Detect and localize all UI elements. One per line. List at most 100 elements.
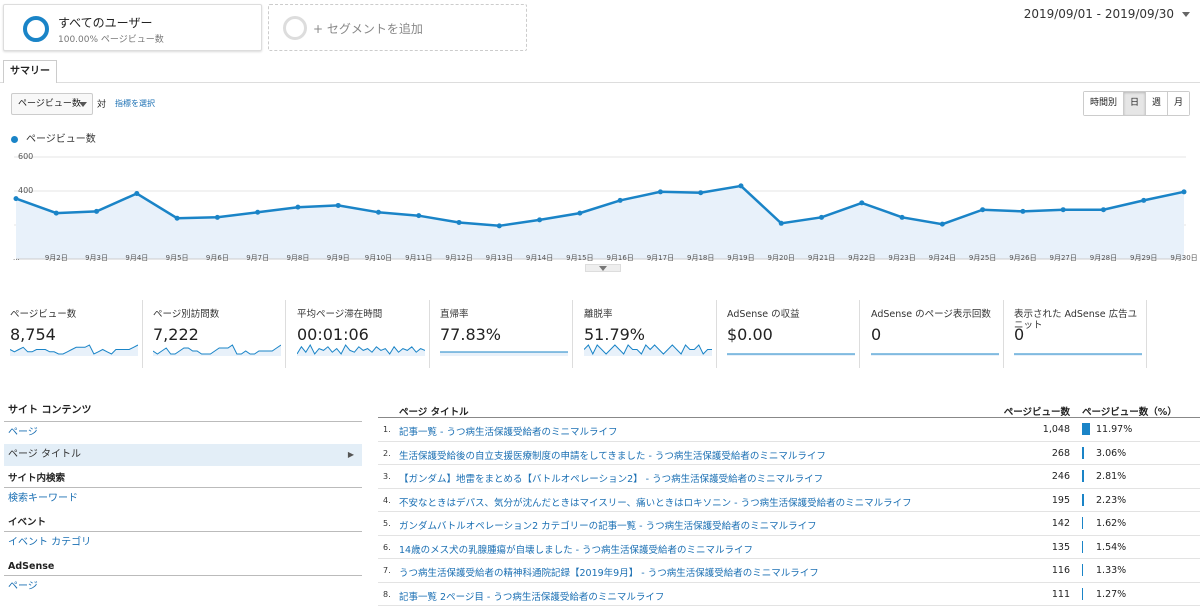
sparkline-area <box>440 352 568 356</box>
data-point[interactable] <box>537 217 542 222</box>
scorecard-sparkline <box>297 344 425 356</box>
row-index: 3. <box>383 472 391 481</box>
granularity-hourly-button[interactable]: 時間別 <box>1084 92 1124 115</box>
row-share-bar <box>1082 588 1083 600</box>
y-tick-label: 400 <box>18 186 33 195</box>
row-share-bar <box>1082 541 1083 553</box>
row-pageviews-pct: 2.81% <box>1096 471 1126 482</box>
data-point[interactable] <box>940 222 945 227</box>
x-tick-label: 9月15日 <box>566 254 593 262</box>
data-point[interactable] <box>1101 207 1106 212</box>
row-page-title-link[interactable]: 【ガンダム】地雷をまとめる【バトルオペレーション2】 - うつ病生活保護受給者の… <box>399 471 823 485</box>
nav-heading-site-search: サイト内検索 <box>4 468 362 488</box>
scorecard-value: 0 <box>871 325 881 344</box>
granularity-day-button[interactable]: 日 <box>1124 92 1146 115</box>
data-point[interactable] <box>1141 198 1146 203</box>
table-row: 4.不安なときはデパス、気分が沈んだときはマイスリー、痛いときはロキソニン - … <box>378 489 1200 513</box>
segment-all-users[interactable]: すべてのユーザー 100.00% ページビュー数 <box>3 4 262 51</box>
data-point[interactable] <box>900 215 905 220</box>
row-pageviews: 268 <box>1052 448 1070 459</box>
row-pageviews: 111 <box>1052 589 1070 600</box>
nav-item-page[interactable]: ページ <box>4 422 362 444</box>
row-pageviews: 195 <box>1052 495 1070 506</box>
nav-item-event-category[interactable]: イベント カテゴリ <box>4 532 362 554</box>
data-point[interactable] <box>779 221 784 226</box>
data-point[interactable] <box>94 209 99 214</box>
tab-summary[interactable]: サマリー <box>3 60 57 83</box>
data-point[interactable] <box>295 205 300 210</box>
x-tick-label: 9月3日 <box>85 254 108 262</box>
legend-dot-icon <box>11 136 18 143</box>
chevron-down-icon <box>599 266 607 271</box>
x-tick-label: 9月14日 <box>526 254 553 262</box>
data-point[interactable] <box>1020 209 1025 214</box>
data-point[interactable] <box>738 183 743 188</box>
data-point[interactable] <box>1061 207 1066 212</box>
data-point[interactable] <box>698 190 703 195</box>
x-tick-label: 9月10日 <box>365 254 392 262</box>
data-point[interactable] <box>416 213 421 218</box>
header-page-title[interactable]: ページ タイトル <box>399 404 469 418</box>
row-index: 8. <box>383 590 391 599</box>
scorecard: AdSense のページ表示回数0 <box>861 300 1004 368</box>
data-point[interactable] <box>577 211 582 216</box>
row-page-title-link[interactable]: 14歳のメス犬の乳腺腫瘍が自壊しました - うつ病生活保護受給者のミニマルライフ <box>399 542 753 556</box>
scorecard-sparkline <box>10 344 138 356</box>
granularity-month-button[interactable]: 月 <box>1168 92 1189 115</box>
scorecard-sparkline <box>440 344 568 356</box>
data-point[interactable] <box>336 203 341 208</box>
nav-item-adsense-page[interactable]: ページ <box>4 576 362 598</box>
header-pageviews-pct[interactable]: ページビュー数（%） <box>1082 404 1177 418</box>
data-point[interactable] <box>819 215 824 220</box>
row-index: 6. <box>383 543 391 552</box>
row-pageviews: 116 <box>1052 565 1070 576</box>
data-point[interactable] <box>376 210 381 215</box>
x-tick-label: 9月21日 <box>808 254 835 262</box>
nav-item-page-title[interactable]: ページ タイトル▶ <box>4 444 362 466</box>
row-page-title-link[interactable]: 不安なときはデパス、気分が沈んだときはマイスリー、痛いときはロキソニン - うつ… <box>399 495 912 509</box>
scorecard-value: 8,754 <box>10 325 56 344</box>
scorecard-value: 00:01:06 <box>297 325 369 344</box>
chart-resize-handle[interactable] <box>585 264 621 272</box>
x-tick-label: 9月28日 <box>1090 254 1117 262</box>
page-title-table: ページ タイトル ページビュー数 ページビュー数（%） 1.記事一覧 - うつ病… <box>378 400 1200 606</box>
row-page-title-link[interactable]: うつ病生活保護受給者の精神科通院記録【2019年9月】 - うつ病生活保護受給者… <box>399 565 819 579</box>
data-point[interactable] <box>457 220 462 225</box>
table-row: 2.生活保護受給後の自立支援医療制度の申請をしてきました - うつ病生活保護受給… <box>378 442 1200 466</box>
date-range-picker[interactable]: 2019/09/01 - 2019/09/30 <box>1024 7 1190 21</box>
data-point[interactable] <box>1182 189 1187 194</box>
row-page-title-link[interactable]: 記事一覧 - うつ病生活保護受給者のミニマルライフ <box>399 424 617 438</box>
select-metric-link[interactable]: 指標を選択 <box>115 98 155 109</box>
nav-heading-site-content: サイト コンテンツ <box>4 400 362 422</box>
data-point[interactable] <box>14 196 19 201</box>
scorecard-value: $0.00 <box>727 325 773 344</box>
row-page-title-link[interactable]: 生活保護受給後の自立支援医療制度の申請をしてきました - うつ病生活保護受給者の… <box>399 448 826 462</box>
data-point[interactable] <box>859 200 864 205</box>
data-point[interactable] <box>215 215 220 220</box>
granularity-buttons: 時間別 日 週 月 <box>1083 91 1190 116</box>
row-share-bar <box>1082 517 1083 529</box>
data-point[interactable] <box>497 223 502 228</box>
x-tick-label: 9月12日 <box>445 254 472 262</box>
data-point[interactable] <box>658 189 663 194</box>
granularity-week-button[interactable]: 週 <box>1146 92 1168 115</box>
data-point[interactable] <box>134 191 139 196</box>
metric-select[interactable]: ページビュー数 <box>11 93 93 115</box>
data-point[interactable] <box>255 210 260 215</box>
row-share-bar <box>1082 470 1084 482</box>
row-page-title-link[interactable]: ガンダムバトルオペレーション2 カテゴリーの記事一覧 - うつ病生活保護受給者の… <box>399 518 817 532</box>
scorecard: 表示された AdSense 広告ユニット0 <box>1004 300 1147 368</box>
x-tick-label: 9月29日 <box>1130 254 1157 262</box>
data-point[interactable] <box>980 207 985 212</box>
data-point[interactable] <box>175 216 180 221</box>
data-point[interactable] <box>618 198 623 203</box>
nav-item-search-keyword[interactable]: 検索キーワード <box>4 488 362 510</box>
add-segment-button[interactable]: + セグメントを追加 <box>268 4 527 51</box>
scorecard-label: AdSense の収益 <box>727 309 857 320</box>
header-pageviews[interactable]: ページビュー数 <box>1004 404 1070 418</box>
row-share-bar <box>1082 423 1090 435</box>
row-page-title-link[interactable]: 記事一覧 2ページ目 - うつ病生活保護受給者のミニマルライフ <box>399 589 664 603</box>
data-point[interactable] <box>54 211 59 216</box>
x-tick-label: 9月18日 <box>687 254 714 262</box>
scorecard-sparkline <box>584 344 712 356</box>
